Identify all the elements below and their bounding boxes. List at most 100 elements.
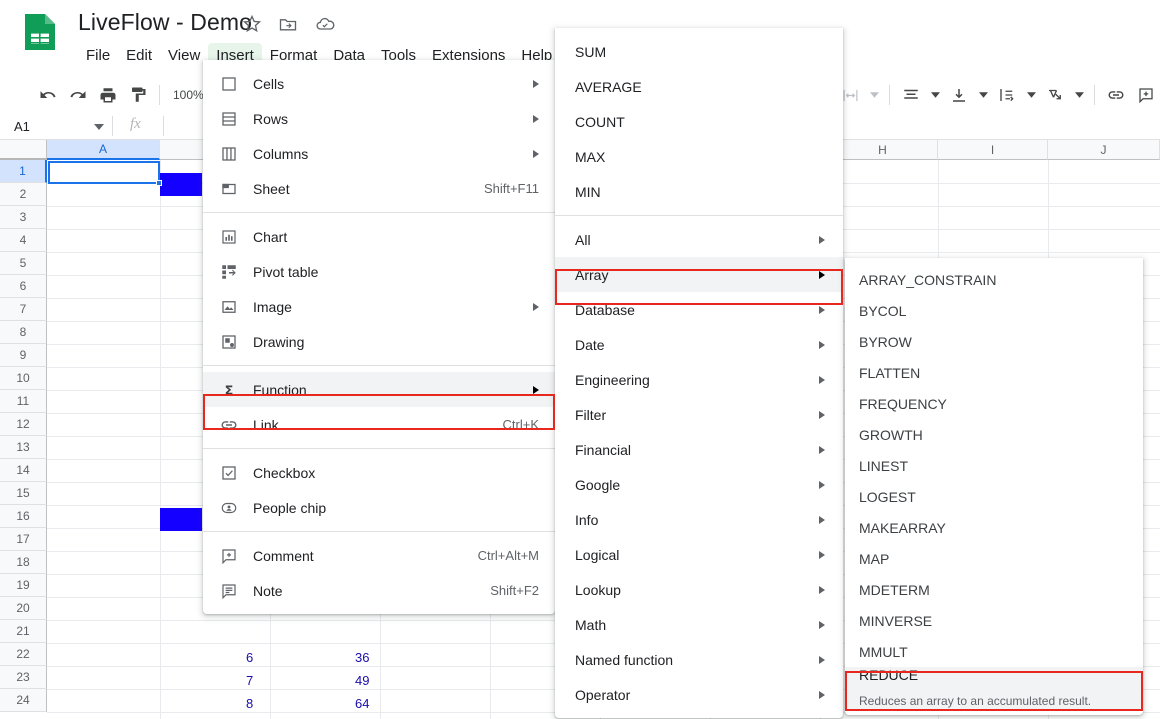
move-to-folder-icon[interactable] <box>278 14 300 36</box>
row-header-15[interactable]: 15 <box>0 482 47 505</box>
name-box-value[interactable]: A1 <box>6 119 94 134</box>
fill-handle[interactable] <box>156 180 162 186</box>
select-all-corner[interactable] <box>0 140 47 160</box>
undo-icon[interactable] <box>34 81 62 109</box>
row-header-17[interactable]: 17 <box>0 528 47 551</box>
name-box[interactable]: A1 <box>6 114 110 138</box>
menu-item-database[interactable]: Database <box>555 292 843 327</box>
menu-item-math[interactable]: Math <box>555 607 843 642</box>
row-header-22[interactable]: 22 <box>0 643 47 666</box>
menu-item-filter[interactable]: Filter <box>555 397 843 432</box>
menu-item-mmult[interactable]: MMULT <box>845 636 1143 667</box>
menu-item-rows[interactable]: Rows <box>203 101 555 136</box>
menu-item-average[interactable]: AVERAGE <box>555 69 843 104</box>
paint-format-icon[interactable] <box>124 81 152 109</box>
row-header-20[interactable]: 20 <box>0 597 47 620</box>
menu-item-max[interactable]: MAX <box>555 139 843 174</box>
vertical-align-caret-icon[interactable] <box>975 81 991 109</box>
menu-item-count[interactable]: COUNT <box>555 104 843 139</box>
menu-item-columns[interactable]: Columns <box>203 136 555 171</box>
cell-b24[interactable]: 8 <box>246 696 253 711</box>
menu-item-sheet[interactable]: Sheet Shift+F11 <box>203 171 555 206</box>
text-wrap-icon[interactable] <box>993 81 1021 109</box>
cell-b23[interactable]: 7 <box>246 673 253 688</box>
text-wrap-caret-icon[interactable] <box>1023 81 1039 109</box>
filled-cell-b16[interactable] <box>160 508 202 531</box>
menu-item-makearray[interactable]: MAKEARRAY <box>845 512 1143 543</box>
menu-item-engineering[interactable]: Engineering <box>555 362 843 397</box>
cell-c22[interactable]: 36 <box>355 650 369 665</box>
merge-cells-caret-icon[interactable] <box>866 81 882 109</box>
menu-item-frequency[interactable]: FREQUENCY <box>845 388 1143 419</box>
cell-c23[interactable]: 49 <box>355 673 369 688</box>
text-rotation-icon[interactable] <box>1041 81 1069 109</box>
row-header-9[interactable]: 9 <box>0 344 47 367</box>
row-header-14[interactable]: 14 <box>0 459 47 482</box>
column-header-a[interactable]: A <box>47 140 160 160</box>
row-header-4[interactable]: 4 <box>0 229 47 252</box>
row-header-6[interactable]: 6 <box>0 275 47 298</box>
menu-item-cells[interactable]: Cells <box>203 66 555 101</box>
print-icon[interactable] <box>94 81 122 109</box>
row-header-3[interactable]: 3 <box>0 206 47 229</box>
menu-item-lookup[interactable]: Lookup <box>555 572 843 607</box>
menu-item-logical[interactable]: Logical <box>555 537 843 572</box>
menu-item-financial[interactable]: Financial <box>555 432 843 467</box>
name-box-chevron-down-icon[interactable] <box>94 117 110 135</box>
horizontal-align-caret-icon[interactable] <box>927 81 943 109</box>
row-header-24[interactable]: 24 <box>0 689 47 712</box>
row-header-19[interactable]: 19 <box>0 574 47 597</box>
menu-item-google[interactable]: Google <box>555 467 843 502</box>
menu-item-link[interactable]: Link Ctrl+K <box>203 407 555 442</box>
column-header-i[interactable]: I <box>938 140 1048 160</box>
menu-item-array[interactable]: Array <box>555 257 843 292</box>
column-header-h[interactable]: H <box>828 140 938 160</box>
star-icon[interactable] <box>242 14 264 36</box>
insert-link-icon[interactable] <box>1102 81 1130 109</box>
menu-item-date[interactable]: Date <box>555 327 843 362</box>
menu-view[interactable]: View <box>160 43 208 68</box>
menu-item-mdeterm[interactable]: MDETERM <box>845 574 1143 605</box>
menu-item-logest[interactable]: LOGEST <box>845 481 1143 512</box>
row-header-7[interactable]: 7 <box>0 298 47 321</box>
row-header-18[interactable]: 18 <box>0 551 47 574</box>
menu-item-byrow[interactable]: BYROW <box>845 326 1143 357</box>
column-header-j[interactable]: J <box>1048 140 1160 160</box>
row-header-10[interactable]: 10 <box>0 367 47 390</box>
menu-item-all[interactable]: All <box>555 222 843 257</box>
cloud-saved-icon[interactable] <box>314 14 336 36</box>
function-submenu[interactable]: SUM AVERAGE COUNT MAX MIN All Array Database Dat… <box>555 28 843 718</box>
menu-item-growth[interactable]: GROWTH <box>845 419 1143 450</box>
menu-item-map[interactable]: MAP <box>845 543 1143 574</box>
row-header-23[interactable]: 23 <box>0 666 47 689</box>
menu-item-reduce[interactable]: REDUCE Reduces an array to an accumulated… <box>845 667 1143 709</box>
row-header-11[interactable]: 11 <box>0 390 47 413</box>
menu-item-chart[interactable]: Chart <box>203 219 555 254</box>
array-submenu[interactable]: ARRAY_CONSTRAIN BYCOL BYROW FLATTEN FREQUENC… <box>845 258 1143 715</box>
menu-item-minverse[interactable]: MINVERSE <box>845 605 1143 636</box>
menu-item-note[interactable]: Note Shift+F2 <box>203 573 555 608</box>
menu-item-linest[interactable]: LINEST <box>845 450 1143 481</box>
menu-edit[interactable]: Edit <box>118 43 160 68</box>
menu-item-named-function[interactable]: Named function <box>555 642 843 677</box>
document-title[interactable]: LiveFlow - Demo <box>78 9 252 36</box>
row-header-2[interactable]: 2 <box>0 183 47 206</box>
menu-item-comment[interactable]: Comment Ctrl+Alt+M <box>203 538 555 573</box>
row-header-1[interactable]: 1 <box>0 160 47 183</box>
horizontal-align-icon[interactable] <box>897 81 925 109</box>
vertical-align-icon[interactable] <box>945 81 973 109</box>
menu-item-min[interactable]: MIN <box>555 174 843 209</box>
menu-item-flatten[interactable]: FLATTEN <box>845 357 1143 388</box>
menu-item-operator[interactable]: Operator <box>555 677 843 712</box>
menu-item-info[interactable]: Info <box>555 502 843 537</box>
menu-item-checkbox[interactable]: Checkbox <box>203 455 555 490</box>
menu-item-sum[interactable]: SUM <box>555 34 843 69</box>
row-header-21[interactable]: 21 <box>0 620 47 643</box>
row-header-8[interactable]: 8 <box>0 321 47 344</box>
row-header-5[interactable]: 5 <box>0 252 47 275</box>
menu-item-drawing[interactable]: Drawing <box>203 324 555 359</box>
insert-comment-icon[interactable] <box>1132 81 1160 109</box>
cell-b22[interactable]: 6 <box>246 650 253 665</box>
text-rotation-caret-icon[interactable] <box>1071 81 1087 109</box>
redo-icon[interactable] <box>64 81 92 109</box>
